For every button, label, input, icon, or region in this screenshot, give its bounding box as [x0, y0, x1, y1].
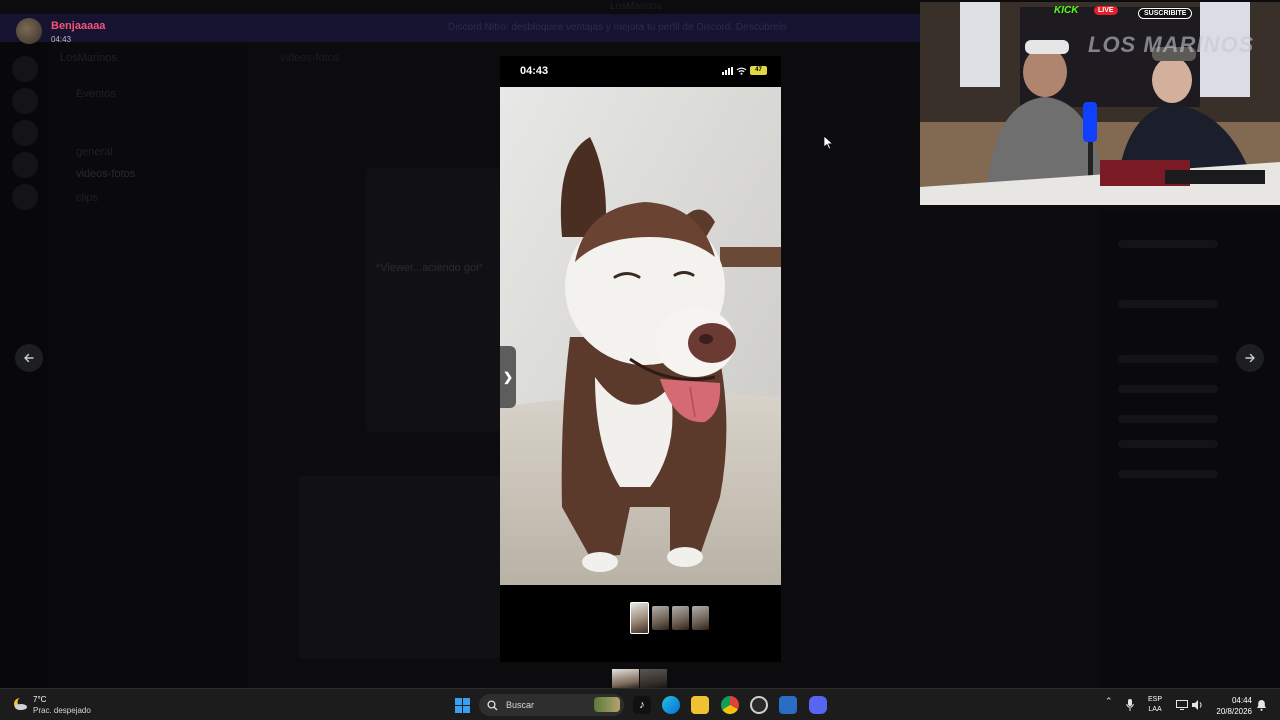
- upload-time: 04:43: [51, 35, 72, 44]
- server-icon: [12, 88, 38, 114]
- video-caption: *Viewer...aciendo gol*: [376, 262, 483, 274]
- live-badge: LIVE: [1094, 6, 1118, 15]
- channel-item: videos-fotos: [76, 168, 136, 180]
- microphone-icon[interactable]: [1126, 699, 1134, 711]
- next-media-button[interactable]: [1236, 344, 1264, 372]
- clock-time: 04:44: [1231, 696, 1252, 705]
- signal-icon: [722, 66, 733, 75]
- member-item: [1118, 470, 1218, 478]
- channel-item: general: [76, 146, 113, 158]
- background-video: [366, 168, 500, 432]
- volume-icon[interactable]: [1192, 700, 1204, 710]
- server-icon: [12, 184, 38, 210]
- phone-status-time: 04:43: [520, 65, 549, 77]
- channel-header: videos-fotos: [280, 52, 340, 64]
- background-image: [298, 476, 500, 658]
- server-icon: [12, 120, 38, 146]
- screen: LosMarinos Discord Nitro: desbloquea ven…: [0, 0, 1280, 720]
- tiktok-icon[interactable]: ♪: [633, 696, 651, 714]
- notification-bell-icon[interactable]: [1256, 699, 1267, 711]
- uploader-avatar[interactable]: [16, 18, 42, 44]
- previous-media-button[interactable]: [15, 344, 43, 372]
- phone-thumbnail: [692, 606, 709, 630]
- dog-photo: [500, 87, 781, 585]
- member-list: [1100, 210, 1280, 688]
- server-icon: [12, 152, 38, 178]
- weather-moon-icon[interactable]: [12, 696, 28, 712]
- server-icon: [12, 56, 38, 82]
- obs-studio-icon[interactable]: [750, 696, 768, 714]
- kick-logo: KICK: [1054, 5, 1079, 16]
- search-placeholder: Buscar: [506, 700, 535, 710]
- uploader-name[interactable]: Benjaaaaa: [51, 20, 105, 32]
- member-item: [1118, 385, 1218, 393]
- taskbar-search[interactable]: Buscar: [479, 694, 624, 716]
- server-name: LosMarinos: [60, 52, 117, 64]
- edge-browser-icon[interactable]: [662, 696, 680, 714]
- phone-thumbnail: [652, 606, 669, 630]
- webcam-overlay: KICK LIVE SUSCRIBITE LOS MARINOS: [920, 2, 1280, 205]
- language-code: ESP: [1148, 696, 1163, 703]
- phone-thumbnail: [630, 602, 649, 634]
- arrow-right-icon: [1245, 353, 1255, 363]
- chevron-up-icon[interactable]: ⌃: [1105, 696, 1113, 707]
- wifi-icon: [736, 67, 747, 75]
- channel-logo: LOS MARINOS: [1088, 32, 1255, 57]
- nitro-banner-text: Discord Nitro: desbloquea ventajas y mej…: [448, 22, 787, 33]
- member-item: [1118, 300, 1218, 308]
- system-clock[interactable]: 04:44 20/8/2026: [1212, 695, 1252, 717]
- media-image[interactable]: 04:43 47 ❯: [500, 56, 781, 662]
- input-language[interactable]: ESP LAA: [1148, 695, 1162, 715]
- channel-item: clips: [76, 192, 99, 204]
- discord-icon[interactable]: [809, 696, 827, 714]
- member-item: [1118, 415, 1218, 423]
- search-highlight-image: [594, 697, 620, 712]
- arrow-left-icon: [24, 353, 34, 363]
- media-thumbnail-current[interactable]: [612, 669, 639, 688]
- chrome-browser-icon[interactable]: [721, 696, 739, 714]
- network-icon[interactable]: [1176, 700, 1188, 710]
- mouse-cursor-icon: [824, 136, 834, 150]
- weather-temperature[interactable]: 7°C: [33, 695, 46, 704]
- media-thumbnail[interactable]: [640, 669, 667, 688]
- channel-item: Eventos: [76, 88, 116, 100]
- subscribe-badge: SUSCRIBITE: [1138, 8, 1193, 19]
- phone-thumbnail-strip: [630, 602, 709, 634]
- phone-thumbnail: [672, 606, 689, 630]
- member-item: [1118, 355, 1218, 363]
- media-thumbnail-strip: [612, 669, 667, 688]
- member-item: [1118, 240, 1218, 248]
- window-title: LosMarinos: [610, 1, 662, 12]
- chevron-right-icon: ❯: [502, 370, 514, 384]
- taskbar: 7°C Prac. despejado Buscar ♪ ⌃ ESP LAA 0…: [0, 688, 1280, 720]
- battery-icon: 47: [750, 66, 767, 75]
- member-item: [1118, 440, 1218, 448]
- file-explorer-icon[interactable]: [691, 696, 709, 714]
- collapse-panel-handle[interactable]: ❯: [500, 346, 516, 408]
- channel-list: [48, 42, 248, 688]
- phone-status-icons: 47: [722, 66, 767, 75]
- search-icon: [487, 699, 498, 710]
- weather-description[interactable]: Prac. despejado: [33, 706, 91, 715]
- clock-date: 20/8/2026: [1216, 707, 1252, 716]
- photos-app-icon[interactable]: [779, 696, 797, 714]
- keyboard-layout: LAA: [1148, 706, 1162, 713]
- start-button[interactable]: [455, 698, 470, 713]
